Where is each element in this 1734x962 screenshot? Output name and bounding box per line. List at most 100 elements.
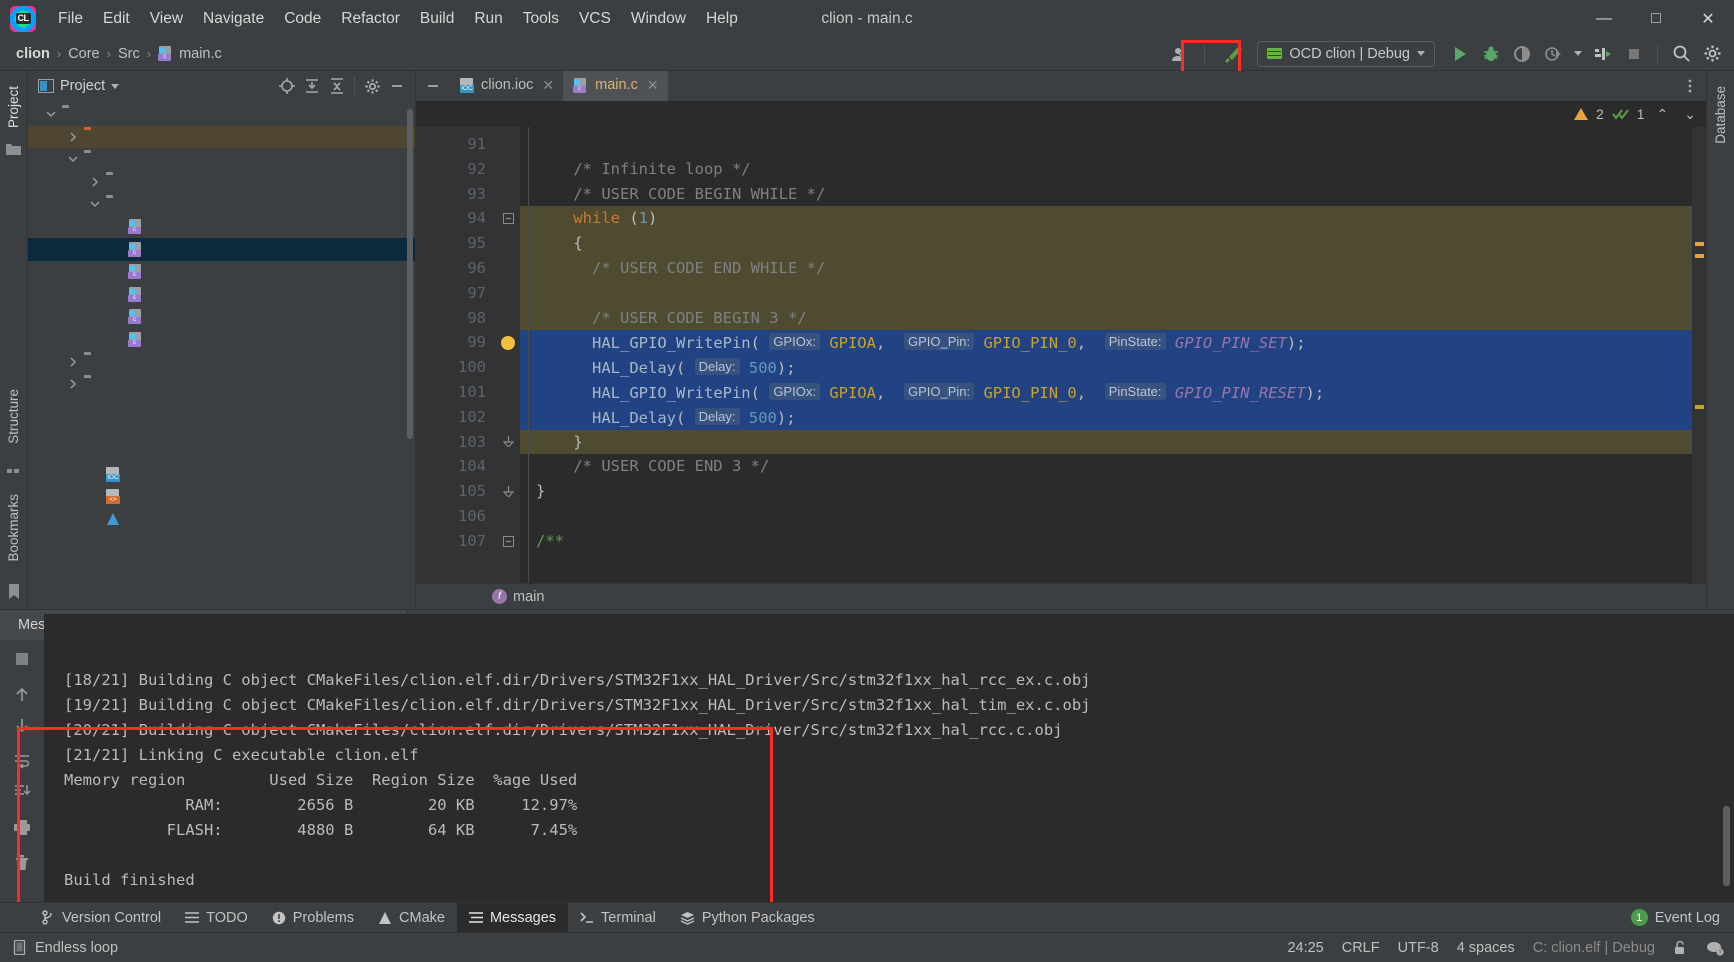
code-line[interactable]: /**: [520, 529, 1692, 554]
bottom-tab-messages[interactable]: Messages: [456, 903, 569, 932]
bottom-tab-todo[interactable]: TODO: [173, 903, 260, 932]
project-tree-scrollbar[interactable]: [407, 109, 413, 439]
code-line[interactable]: {: [520, 231, 1692, 256]
rail-tab-bookmarks[interactable]: Bookmarks: [4, 487, 23, 569]
code-line[interactable]: [520, 132, 1692, 157]
code-line[interactable]: HAL_Delay( Delay: 500);: [520, 404, 1692, 430]
users-icon[interactable]: [1167, 41, 1195, 67]
menu-build[interactable]: Build: [410, 6, 464, 32]
tree-node-core[interactable]: [28, 148, 415, 171]
bottom-tab-cmake[interactable]: CMake: [366, 903, 457, 932]
rail-tab-project[interactable]: Project: [4, 79, 23, 135]
scroll-to-end-icon[interactable]: [8, 778, 36, 804]
code-line[interactable]: /* USER CODE END WHILE */: [520, 255, 1692, 281]
maximize-icon[interactable]: □: [1630, 0, 1682, 37]
hide-panel-icon[interactable]: [385, 75, 409, 97]
trash-icon[interactable]: [8, 850, 36, 876]
fold-gutter[interactable]: [496, 127, 520, 583]
editor-breadcrumb[interactable]: f main: [416, 583, 1706, 609]
close-icon[interactable]: ✕: [542, 77, 554, 94]
error-stripe-marker-bar[interactable]: [1692, 127, 1706, 583]
code-editor[interactable]: 91 92 93 94 95 96 97 98 99 100 101 102 103 104 105 106 1…: [416, 127, 1706, 583]
fold-end-icon[interactable]: [496, 479, 520, 504]
minimize-icon[interactable]: —: [1578, 0, 1630, 37]
settings-gear-icon[interactable]: [1698, 41, 1726, 67]
menu-run[interactable]: Run: [464, 6, 512, 32]
bottom-tab-python-packages[interactable]: Python Packages: [668, 903, 827, 932]
menu-code[interactable]: Code: [274, 6, 331, 32]
down-arrow-icon[interactable]: [8, 712, 36, 738]
tree-node-inc[interactable]: [28, 171, 415, 194]
code-line[interactable]: /* USER CODE BEGIN WHILE */: [520, 182, 1692, 207]
tree-node-main-c[interactable]: c: [28, 238, 415, 261]
menu-refactor[interactable]: Refactor: [331, 6, 410, 32]
caret-position[interactable]: 24:25: [1287, 940, 1323, 956]
fold-collapse-icon[interactable]: [496, 529, 520, 554]
prev-problem-icon[interactable]: ⌃: [1653, 106, 1673, 123]
editor-tabs-options[interactable]: [1682, 71, 1706, 101]
chevron-right-icon[interactable]: [66, 377, 80, 391]
menu-window[interactable]: Window: [621, 6, 696, 32]
run-icon[interactable]: [1446, 41, 1474, 67]
tree-node-cmakelists-txt[interactable]: [28, 508, 415, 531]
intention-bulb-icon[interactable]: [496, 330, 520, 355]
code-lines[interactable]: /* Infinite loop */ /* USER CODE BEGIN W…: [520, 127, 1692, 583]
project-tree[interactable]: c c c c c c IOC <>: [28, 101, 415, 609]
hide-tabs-icon[interactable]: [416, 71, 450, 101]
collapse-all-icon[interactable]: [325, 75, 349, 97]
soft-wrap-icon[interactable]: [8, 748, 36, 774]
stop-icon[interactable]: [1620, 41, 1648, 67]
console-scrollbar[interactable]: [1723, 806, 1730, 886]
breadcrumb-core[interactable]: Core: [64, 44, 103, 64]
fold-end-icon[interactable]: [496, 430, 520, 455]
up-arrow-icon[interactable]: [8, 682, 36, 708]
event-log-button[interactable]: 1 Event Log: [1630, 903, 1734, 932]
tree-node--project[interactable]: [28, 441, 415, 464]
breadcrumb-src[interactable]: Src: [114, 44, 144, 64]
rail-tab-structure[interactable]: Structure: [4, 382, 23, 451]
tree-node-stm32f1xx-hal-msp-c[interactable]: c: [28, 261, 415, 284]
profile-icon[interactable]: [1539, 41, 1567, 67]
code-line[interactable]: HAL_GPIO_WritePin( GPIOx: GPIOA, GPIO_Pi…: [520, 379, 1692, 405]
attach-icon[interactable]: [1589, 41, 1617, 67]
menu-navigate[interactable]: Navigate: [193, 6, 274, 32]
close-icon[interactable]: ✕: [1682, 0, 1734, 37]
code-line[interactable]: /* USER CODE BEGIN 3 */: [520, 305, 1692, 331]
chevron-down-icon[interactable]: [66, 152, 80, 166]
chevron-right-icon[interactable]: [66, 355, 80, 369]
run-coverage-icon[interactable]: [1508, 41, 1536, 67]
code-line[interactable]: }: [520, 429, 1692, 455]
structure-icon[interactable]: [7, 467, 20, 480]
chevron-down-icon[interactable]: [44, 107, 58, 121]
bottom-tab-version-control[interactable]: Version Control: [30, 903, 173, 932]
bottom-tab-problems[interactable]: Problems: [260, 903, 366, 932]
tree-node-cmake-build-debug[interactable]: [28, 125, 415, 148]
tree-node--cproject[interactable]: [28, 396, 415, 419]
tree-node-startup[interactable]: [28, 373, 415, 396]
notifications-icon[interactable]: ?: [1706, 940, 1724, 956]
chevron-down-icon[interactable]: [88, 197, 102, 211]
code-line[interactable]: while (1): [520, 206, 1692, 232]
tree-node-src[interactable]: [28, 193, 415, 216]
menu-view[interactable]: View: [140, 6, 193, 32]
fold-collapse-icon[interactable]: [496, 206, 520, 231]
print-icon[interactable]: [8, 814, 36, 840]
tree-node-gpio-c[interactable]: c: [28, 216, 415, 239]
settings-gear-icon[interactable]: [360, 75, 384, 97]
search-everywhere-icon[interactable]: [1667, 41, 1695, 67]
editor-tab-clion-ioc[interactable]: IOC clion.ioc ✕: [450, 71, 563, 101]
tree-node-clion[interactable]: [28, 103, 415, 126]
build-hammer-icon[interactable]: [1220, 41, 1248, 67]
tree-node--mxproject[interactable]: [28, 418, 415, 441]
tree-node-syscalls-c[interactable]: c: [28, 306, 415, 329]
inspection-widget[interactable]: 2 1 ⌃ ⌄: [416, 101, 1706, 127]
tree-node-clion-ioc[interactable]: IOC: [28, 463, 415, 486]
code-line[interactable]: /* Infinite loop */: [520, 157, 1692, 182]
code-line[interactable]: HAL_Delay( Delay: 500);: [520, 355, 1692, 380]
menu-file[interactable]: File: [48, 6, 93, 32]
tree-node-system-stm32f1xx-c[interactable]: c: [28, 328, 415, 351]
chevron-down-icon[interactable]: [111, 83, 120, 89]
chevron-down-icon[interactable]: [1570, 41, 1586, 67]
indent-setting[interactable]: 4 spaces: [1457, 940, 1515, 956]
bookmarks-folder-icon[interactable]: [6, 142, 21, 156]
